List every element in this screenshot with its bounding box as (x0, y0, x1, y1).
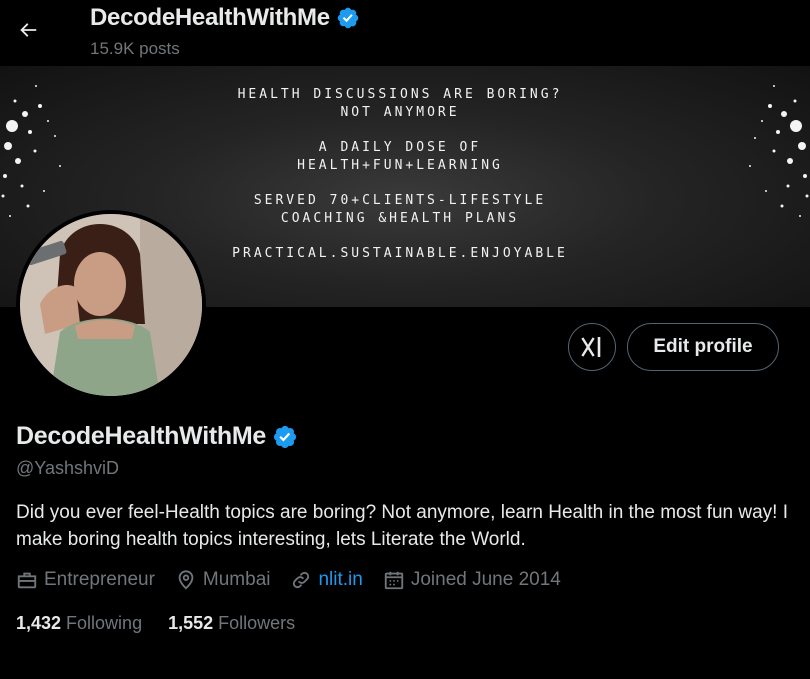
following-label: Following (66, 613, 143, 633)
verified-badge-icon (337, 7, 359, 29)
banner-line: SERVED 70+CLIENTS-LIFESTYLE (253, 193, 547, 208)
location-text: Mumbai (202, 569, 271, 590)
banner-line: COACHING &HEALTH PLANS (280, 210, 520, 226)
verified-badge-icon[interactable] (272, 424, 298, 450)
header-title-group: DecodeHealthWithMe (90, 4, 360, 32)
followers-link[interactable]: 1,552 Followers (168, 613, 295, 634)
location-pin-icon (178, 570, 194, 590)
following-count: 1,432 (16, 613, 62, 633)
banner-line: A DAILY DOSE OF (318, 140, 482, 155)
briefcase-icon (17, 572, 37, 589)
grok-icon (581, 337, 601, 357)
arrow-left-icon (20, 23, 37, 37)
profile-meta: Entrepreneur Mumbai nlit.in Joined June … (16, 569, 581, 591)
top-bar: DecodeHealthWithMe 15.9K posts (0, 0, 810, 66)
paint-splatter-right (749, 85, 809, 217)
meta-website: nlit.in (290, 569, 363, 591)
profile-name-group: DecodeHealthWithMe (16, 422, 298, 451)
banner-spacer (150, 174, 650, 192)
banner-line: PRACTICAL.SUSTAINABLE.ENJOYABLE (232, 246, 568, 261)
profile-bio: Did you ever feel-Health topics are bori… (16, 502, 788, 550)
joined-text: Joined June 2014 (410, 569, 561, 590)
category-text: Entrepreneur (44, 569, 155, 590)
website-link[interactable]: nlit.in (318, 569, 362, 591)
follow-counts: 1,432 Following 1,552 Followers (16, 613, 321, 634)
meta-category: Entrepreneur (16, 569, 155, 591)
avatar-photo (20, 214, 202, 396)
profile-avatar[interactable] (16, 210, 206, 400)
meta-location: Mumbai (175, 569, 271, 591)
user-handle: @YashshviD (16, 458, 119, 478)
link-icon (293, 571, 310, 589)
banner-spacer (150, 227, 650, 245)
post-count: 15.9K posts (90, 39, 180, 58)
banner-line: NOT ANYMORE (340, 104, 460, 120)
meta-joined: Joined June 2014 (383, 569, 561, 591)
grok-button[interactable] (568, 323, 616, 371)
calendar-icon (384, 571, 404, 590)
followers-label: Followers (218, 613, 296, 633)
banner-tagline: HEALTH DISCUSSIONS ARE BORING? NOT ANYMO… (150, 86, 650, 263)
banner-line: HEALTH+FUN+LEARNING (297, 157, 503, 173)
following-link[interactable]: 1,432 Following (16, 613, 142, 634)
back-button[interactable] (10, 12, 46, 48)
edit-profile-button[interactable]: Edit profile (627, 323, 779, 371)
followers-count: 1,552 (168, 613, 214, 633)
header-title: DecodeHealthWithMe (90, 4, 330, 31)
banner-spacer (150, 121, 650, 139)
banner-line: HEALTH DISCUSSIONS ARE BORING? (237, 87, 563, 102)
display-name: DecodeHealthWithMe (16, 422, 266, 450)
